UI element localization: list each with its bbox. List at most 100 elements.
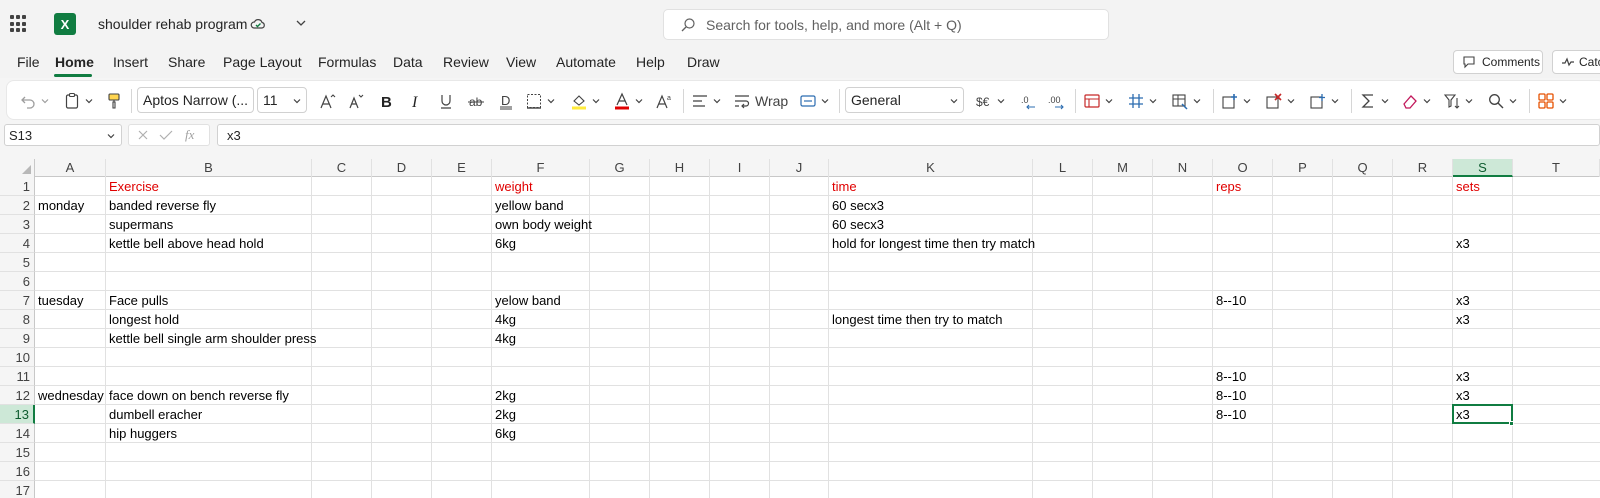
format-painter-button[interactable]: [105, 89, 123, 113]
tab-insert[interactable]: Insert: [113, 54, 148, 70]
add-ins-button[interactable]: [1537, 89, 1568, 113]
row-header-7[interactable]: 7: [0, 291, 35, 310]
row-header-17[interactable]: 17: [0, 481, 35, 498]
strikethrough-button[interactable]: ab: [467, 89, 485, 113]
document-title[interactable]: shoulder rehab program: [98, 16, 247, 32]
cell-k3[interactable]: 60 secx3: [829, 215, 884, 234]
row-header-6[interactable]: 6: [0, 272, 35, 291]
column-header-i[interactable]: I: [710, 159, 770, 177]
cell-s1[interactable]: sets: [1453, 177, 1480, 196]
cell-styles-button[interactable]: [1171, 89, 1202, 113]
row-header-11[interactable]: 11: [0, 367, 35, 386]
cell-o12[interactable]: 8--10: [1213, 386, 1246, 405]
italic-button[interactable]: I: [407, 89, 425, 113]
cell-b12[interactable]: face down on bench reverse fly: [106, 386, 289, 405]
column-header-g[interactable]: G: [590, 159, 650, 177]
column-header-b[interactable]: B: [106, 159, 312, 177]
text-effects-button[interactable]: a: [655, 89, 673, 113]
fill-color-button[interactable]: [570, 89, 601, 113]
column-header-t[interactable]: T: [1513, 159, 1600, 177]
font-color-button[interactable]: [613, 89, 644, 113]
cell-f14[interactable]: 6kg: [492, 424, 516, 443]
column-header-a[interactable]: A: [35, 159, 106, 177]
cell-f13[interactable]: 2kg: [492, 405, 516, 424]
double-underline-button[interactable]: D: [497, 89, 515, 113]
cell-b8[interactable]: longest hold: [106, 310, 179, 329]
column-header-e[interactable]: E: [432, 159, 492, 177]
font-name-dropdown[interactable]: Aptos Narrow (...: [137, 87, 254, 113]
tab-page-layout[interactable]: Page Layout: [223, 54, 302, 70]
comments-button[interactable]: Comments: [1453, 50, 1543, 74]
column-header-d[interactable]: D: [372, 159, 432, 177]
cell-s12[interactable]: x3: [1453, 386, 1470, 405]
cell-b4[interactable]: kettle bell above head hold: [106, 234, 264, 253]
cell-o1[interactable]: reps: [1213, 177, 1241, 196]
row-header-1[interactable]: 1: [0, 177, 35, 196]
column-header-h[interactable]: H: [650, 159, 710, 177]
increase-decimal-button[interactable]: .00: [1047, 89, 1065, 113]
row-header-16[interactable]: 16: [0, 462, 35, 481]
tab-view[interactable]: View: [506, 54, 536, 70]
column-header-o[interactable]: O: [1213, 159, 1273, 177]
chevron-down-icon[interactable]: [294, 16, 308, 30]
cell-f1[interactable]: weight: [492, 177, 533, 196]
insert-cells-button[interactable]: [1221, 89, 1252, 113]
bold-button[interactable]: B: [377, 89, 395, 113]
app-launcher-icon[interactable]: [10, 15, 28, 33]
column-header-r[interactable]: R: [1393, 159, 1453, 177]
increase-font-button[interactable]: [319, 89, 337, 113]
cell-a12[interactable]: wednesday: [35, 386, 104, 405]
tab-formulas[interactable]: Formulas: [318, 54, 376, 70]
fill-handle[interactable]: [1509, 421, 1514, 426]
cell-b13[interactable]: dumbell eracher: [106, 405, 202, 424]
borders-button[interactable]: [525, 89, 556, 113]
column-header-k[interactable]: K: [829, 159, 1033, 177]
cell-k8[interactable]: longest time then try to match: [829, 310, 1003, 329]
wrap-text-button[interactable]: Wrap: [733, 89, 788, 113]
cell-b2[interactable]: banded reverse fly: [106, 196, 216, 215]
currency-format-button[interactable]: $€: [975, 89, 1006, 113]
undo-button[interactable]: [19, 89, 50, 113]
catch-up-button[interactable]: Catc: [1552, 50, 1600, 74]
cell-s11[interactable]: x3: [1453, 367, 1470, 386]
cell-o7[interactable]: 8--10: [1213, 291, 1246, 310]
tab-share[interactable]: Share: [168, 54, 205, 70]
row-header-4[interactable]: 4: [0, 234, 35, 253]
cell-f9[interactable]: 4kg: [492, 329, 516, 348]
column-header-p[interactable]: P: [1273, 159, 1333, 177]
autosum-button[interactable]: [1359, 89, 1390, 113]
merge-button[interactable]: [799, 89, 830, 113]
cell-f12[interactable]: 2kg: [492, 386, 516, 405]
cloud-saved-icon[interactable]: [250, 16, 266, 32]
delete-cells-button[interactable]: [1265, 89, 1296, 113]
cell-s4[interactable]: x3: [1453, 234, 1470, 253]
cancel-icon[interactable]: [137, 129, 149, 141]
cell-k1[interactable]: time: [829, 177, 857, 196]
tab-automate[interactable]: Automate: [556, 54, 616, 70]
cell-b7[interactable]: Face pulls: [106, 291, 168, 310]
cell-s7[interactable]: x3: [1453, 291, 1470, 310]
conditional-formatting-button[interactable]: [1083, 89, 1114, 113]
find-button[interactable]: [1487, 89, 1518, 113]
row-header-5[interactable]: 5: [0, 253, 35, 272]
row-header-10[interactable]: 10: [0, 348, 35, 367]
clear-button[interactable]: [1401, 89, 1432, 113]
paste-button[interactable]: [63, 89, 94, 113]
cell-k4[interactable]: hold for longest time then try match: [829, 234, 1035, 253]
insert-function-button[interactable]: fx: [185, 127, 194, 143]
column-header-s[interactable]: S: [1453, 159, 1513, 177]
sort-filter-button[interactable]: [1443, 89, 1474, 113]
column-header-j[interactable]: J: [770, 159, 829, 177]
cell-b14[interactable]: hip huggers: [106, 424, 177, 443]
tab-home[interactable]: Home: [55, 54, 94, 70]
row-header-9[interactable]: 9: [0, 329, 35, 348]
cell-s8[interactable]: x3: [1453, 310, 1470, 329]
enter-check-icon[interactable]: [159, 129, 173, 141]
row-header-2[interactable]: 2: [0, 196, 35, 215]
cell-k2[interactable]: 60 secx3: [829, 196, 884, 215]
formula-input[interactable]: x3: [217, 124, 1600, 146]
cell-a2[interactable]: monday: [35, 196, 84, 215]
selected-cell[interactable]: [1452, 404, 1513, 424]
tab-review[interactable]: Review: [443, 54, 489, 70]
format-cells-button[interactable]: [1309, 89, 1340, 113]
